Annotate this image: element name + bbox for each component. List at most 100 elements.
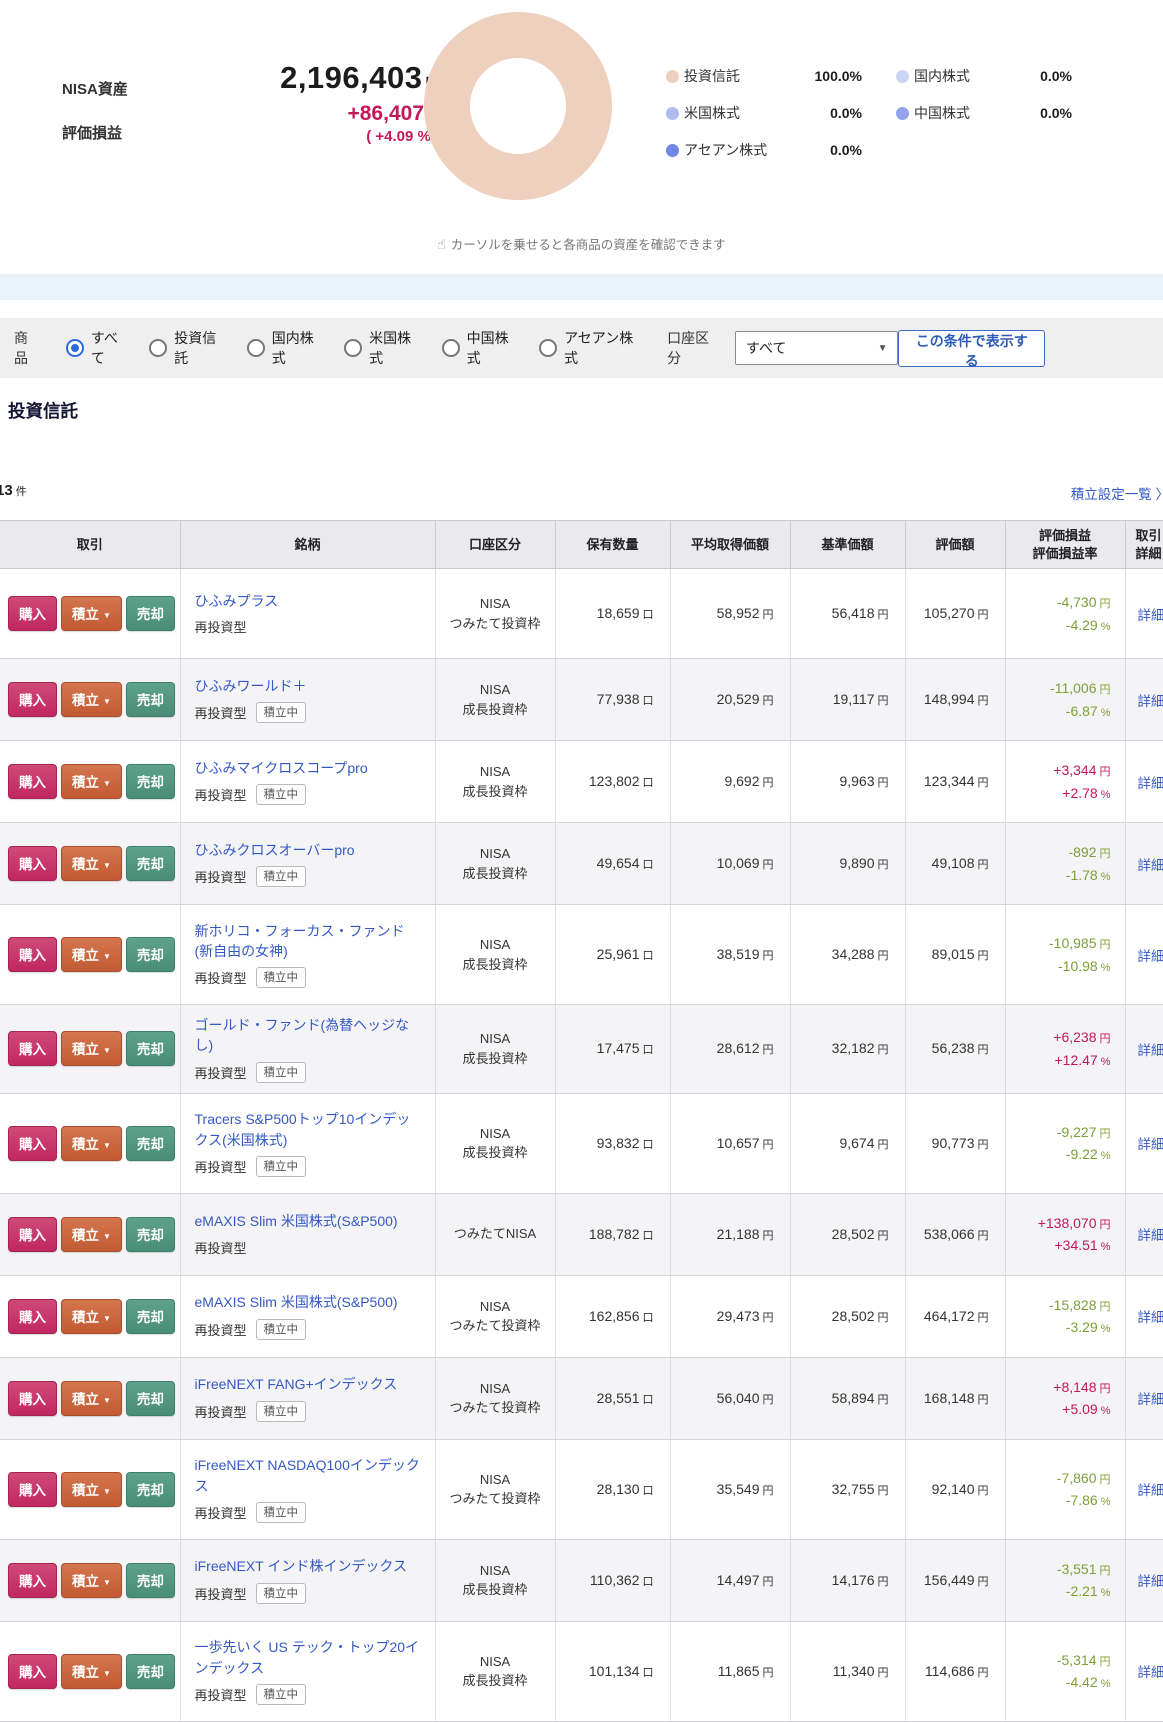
trade-buttons-cell: 購入積立▼売却 xyxy=(0,823,180,905)
trade-buttons-cell: 購入積立▼売却 xyxy=(0,741,180,823)
trade-buttons-cell: 購入積立▼売却 xyxy=(0,1439,180,1539)
detail-link[interactable]: 詳細 xyxy=(1138,1392,1163,1407)
fund-name-link[interactable]: iFreeNEXT インド株インデックス xyxy=(195,1556,421,1576)
reinvest-type-label: 再投資型 xyxy=(195,1402,247,1421)
tsumitate-button[interactable]: 積立▼ xyxy=(61,1299,122,1334)
asset-label: NISA資産 xyxy=(62,78,128,99)
sell-button[interactable]: 売却 xyxy=(126,1654,175,1689)
sell-button[interactable]: 売却 xyxy=(126,1381,175,1416)
buy-button[interactable]: 購入 xyxy=(8,846,57,881)
buy-button[interactable]: 購入 xyxy=(8,764,57,799)
sell-button[interactable]: 売却 xyxy=(126,596,175,631)
sell-button[interactable]: 売却 xyxy=(126,1217,175,1252)
detail-link[interactable]: 詳細 xyxy=(1138,1483,1163,1498)
fund-name-link[interactable]: iFreeNEXT NASDAQ100インデックス xyxy=(195,1455,421,1496)
value-cell: 90,773円 xyxy=(905,1093,1005,1193)
fund-name-link[interactable]: ゴールド・ファンド(為替ヘッジなし) xyxy=(195,1015,421,1056)
fund-name-link[interactable]: eMAXIS Slim 米国株式(S&P500) xyxy=(195,1292,421,1312)
avg-price-cell: 38,519円 xyxy=(670,905,790,1005)
buy-button[interactable]: 購入 xyxy=(8,682,57,717)
detail-link[interactable]: 詳細 xyxy=(1138,776,1163,791)
detail-link[interactable]: 詳細 xyxy=(1138,694,1163,709)
holdings-table: 取引 銘柄 口座区分 保有数量 平均取得価額 基準価額 評価額 評価損益評価損益… xyxy=(0,520,1163,1722)
buy-button[interactable]: 購入 xyxy=(8,1031,57,1066)
reinvest-type-label: 再投資型 xyxy=(195,1320,247,1339)
buy-button[interactable]: 購入 xyxy=(8,1381,57,1416)
tsumitate-button[interactable]: 積立▼ xyxy=(61,846,122,881)
detail-link[interactable]: 詳細 xyxy=(1138,1310,1163,1325)
product-radio-投資信託[interactable]: 投資信託 xyxy=(149,328,222,368)
fund-name-link[interactable]: eMAXIS Slim 米国株式(S&P500) xyxy=(195,1211,421,1231)
sell-button[interactable]: 売却 xyxy=(126,682,175,717)
detail-link[interactable]: 詳細 xyxy=(1138,1228,1163,1243)
tsumitate-button[interactable]: 積立▼ xyxy=(61,937,122,972)
account-type-select[interactable]: すべて ▼ xyxy=(735,331,899,365)
buy-button[interactable]: 購入 xyxy=(8,1563,57,1598)
tsumitate-button[interactable]: 積立▼ xyxy=(61,596,122,631)
buy-button[interactable]: 購入 xyxy=(8,1299,57,1334)
buy-button[interactable]: 購入 xyxy=(8,596,57,631)
fund-name-link[interactable]: Tracers S&P500トップ10インデックス(米国株式) xyxy=(195,1109,421,1150)
legend-dot xyxy=(666,144,679,157)
product-radio-すべて[interactable]: すべて xyxy=(66,328,125,368)
buy-button[interactable]: 購入 xyxy=(8,937,57,972)
hand-cursor-icon: ☝ xyxy=(437,236,446,252)
nav-cell: 19,117円 xyxy=(790,659,905,741)
dropdown-caret-icon: ▼ xyxy=(103,1232,111,1241)
sell-button[interactable]: 売却 xyxy=(126,1299,175,1334)
tsumitate-button[interactable]: 積立▼ xyxy=(61,1126,122,1161)
buy-button[interactable]: 購入 xyxy=(8,1217,57,1252)
detail-link[interactable]: 詳細 xyxy=(1138,608,1163,623)
product-radio-中国株式[interactable]: 中国株式 xyxy=(442,328,515,368)
tsumitate-button[interactable]: 積立▼ xyxy=(61,1217,122,1252)
fund-name-link[interactable]: ひふみクロスオーバーpro xyxy=(195,840,421,860)
detail-link[interactable]: 詳細 xyxy=(1138,1137,1163,1152)
fund-name-link[interactable]: ひふみマイクロスコープpro xyxy=(195,758,421,778)
trade-buttons-cell: 購入積立▼売却 xyxy=(0,1275,180,1357)
radio-label: 国内株式 xyxy=(272,328,320,368)
avg-price-cell: 10,069円 xyxy=(670,823,790,905)
tsumitate-button[interactable]: 積立▼ xyxy=(61,764,122,799)
pl-cell: +3,344円 +2.78% xyxy=(1005,741,1125,823)
sell-button[interactable]: 売却 xyxy=(126,764,175,799)
dropdown-caret-icon: ▼ xyxy=(103,697,111,706)
buy-button[interactable]: 購入 xyxy=(8,1472,57,1507)
asset-allocation-donut-chart[interactable] xyxy=(424,12,612,200)
pl-percent: -4.42% xyxy=(1006,1671,1111,1694)
sell-button[interactable]: 売却 xyxy=(126,1563,175,1598)
apply-filter-button[interactable]: この条件で表示する xyxy=(898,330,1045,367)
sell-button[interactable]: 売却 xyxy=(126,1126,175,1161)
tsumitate-button[interactable]: 積立▼ xyxy=(61,682,122,717)
detail-link[interactable]: 詳細 xyxy=(1138,1665,1163,1680)
detail-link[interactable]: 詳細 xyxy=(1138,858,1163,873)
sell-button[interactable]: 売却 xyxy=(126,937,175,972)
fund-name-link[interactable]: 新ホリコ・フォーカス・ファンド(新自由の女神) xyxy=(195,921,421,962)
fund-name-link[interactable]: ひふみプラス xyxy=(195,591,421,611)
tsumitate-button[interactable]: 積立▼ xyxy=(61,1563,122,1598)
fund-name-link[interactable]: 一歩先いく US テック・トップ20インデックス xyxy=(195,1637,421,1678)
product-radio-米国株式[interactable]: 米国株式 xyxy=(344,328,417,368)
pl-cell: -892円 -1.78% xyxy=(1005,823,1125,905)
count-unit: 件 xyxy=(16,486,27,498)
legend-value: 0.0% xyxy=(796,142,862,158)
pl-percent: -7.86% xyxy=(1006,1489,1111,1512)
buy-button[interactable]: 購入 xyxy=(8,1126,57,1161)
tsumitate-button[interactable]: 積立▼ xyxy=(61,1031,122,1066)
detail-link[interactable]: 詳細 xyxy=(1138,949,1163,964)
buy-button[interactable]: 購入 xyxy=(8,1654,57,1689)
fund-name-link[interactable]: ひふみワールド＋ xyxy=(195,676,421,696)
sell-button[interactable]: 売却 xyxy=(126,1472,175,1507)
tsumitate-button[interactable]: 積立▼ xyxy=(61,1472,122,1507)
product-radio-アセアン株式[interactable]: アセアン株式 xyxy=(539,328,637,368)
product-radio-国内株式[interactable]: 国内株式 xyxy=(247,328,320,368)
value-cell: 538,066円 xyxy=(905,1193,1005,1275)
sell-button[interactable]: 売却 xyxy=(126,1031,175,1066)
avg-price-cell: 21,188円 xyxy=(670,1193,790,1275)
sell-button[interactable]: 売却 xyxy=(126,846,175,881)
detail-link[interactable]: 詳細 xyxy=(1138,1574,1163,1589)
tsumitate-settings-link[interactable]: 積立設定一覧 〉 xyxy=(1071,483,1163,503)
tsumitate-button[interactable]: 積立▼ xyxy=(61,1381,122,1416)
detail-link[interactable]: 詳細 xyxy=(1138,1043,1163,1058)
tsumitate-button[interactable]: 積立▼ xyxy=(61,1654,122,1689)
fund-name-link[interactable]: iFreeNEXT FANG+インデックス xyxy=(195,1374,421,1394)
